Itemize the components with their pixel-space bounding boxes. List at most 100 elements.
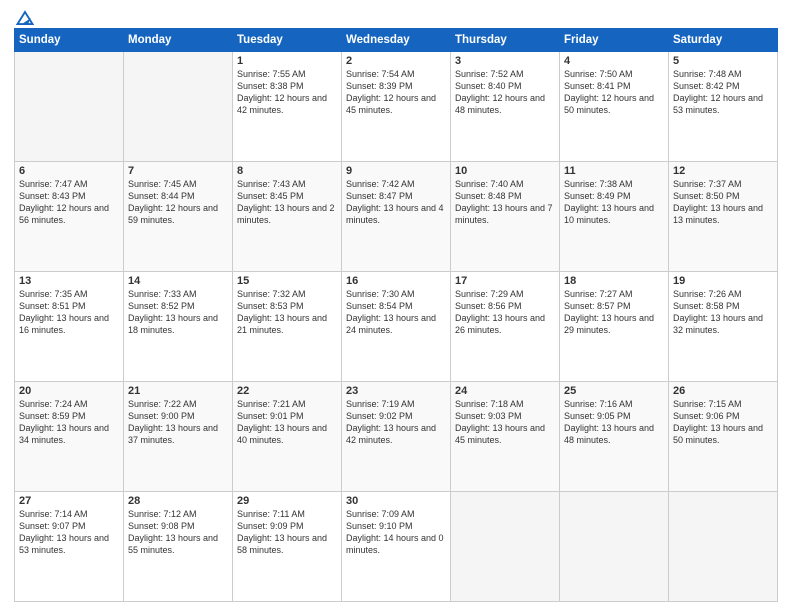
day-info: Sunrise: 7:19 AMSunset: 9:02 PMDaylight:… <box>346 398 446 447</box>
day-info: Sunrise: 7:54 AMSunset: 8:39 PMDaylight:… <box>346 68 446 117</box>
calendar-header-row: SundayMondayTuesdayWednesdayThursdayFrid… <box>15 29 778 52</box>
day-info: Sunrise: 7:55 AMSunset: 8:38 PMDaylight:… <box>237 68 337 117</box>
header <box>14 10 778 22</box>
day-number: 4 <box>564 55 664 67</box>
day-info: Sunrise: 7:33 AMSunset: 8:52 PMDaylight:… <box>128 288 228 337</box>
day-info: Sunrise: 7:32 AMSunset: 8:53 PMDaylight:… <box>237 288 337 337</box>
calendar-cell: 1Sunrise: 7:55 AMSunset: 8:38 PMDaylight… <box>233 52 342 162</box>
day-number: 20 <box>19 385 119 397</box>
calendar-cell: 29Sunrise: 7:11 AMSunset: 9:09 PMDayligh… <box>233 492 342 602</box>
calendar-cell: 28Sunrise: 7:12 AMSunset: 9:08 PMDayligh… <box>124 492 233 602</box>
calendar-cell: 8Sunrise: 7:43 AMSunset: 8:45 PMDaylight… <box>233 162 342 272</box>
day-info: Sunrise: 7:22 AMSunset: 9:00 PMDaylight:… <box>128 398 228 447</box>
calendar-cell: 22Sunrise: 7:21 AMSunset: 9:01 PMDayligh… <box>233 382 342 492</box>
day-number: 12 <box>673 165 773 177</box>
day-info: Sunrise: 7:29 AMSunset: 8:56 PMDaylight:… <box>455 288 555 337</box>
calendar-cell: 20Sunrise: 7:24 AMSunset: 8:59 PMDayligh… <box>15 382 124 492</box>
calendar-week-row: 20Sunrise: 7:24 AMSunset: 8:59 PMDayligh… <box>15 382 778 492</box>
day-number: 26 <box>673 385 773 397</box>
day-info: Sunrise: 7:24 AMSunset: 8:59 PMDaylight:… <box>19 398 119 447</box>
calendar-cell: 2Sunrise: 7:54 AMSunset: 8:39 PMDaylight… <box>342 52 451 162</box>
day-info: Sunrise: 7:16 AMSunset: 9:05 PMDaylight:… <box>564 398 664 447</box>
day-number: 1 <box>237 55 337 67</box>
page: SundayMondayTuesdayWednesdayThursdayFrid… <box>0 0 792 612</box>
calendar-cell: 18Sunrise: 7:27 AMSunset: 8:57 PMDayligh… <box>560 272 669 382</box>
day-info: Sunrise: 7:38 AMSunset: 8:49 PMDaylight:… <box>564 178 664 227</box>
day-info: Sunrise: 7:27 AMSunset: 8:57 PMDaylight:… <box>564 288 664 337</box>
day-number: 16 <box>346 275 446 287</box>
calendar-cell: 4Sunrise: 7:50 AMSunset: 8:41 PMDaylight… <box>560 52 669 162</box>
day-info: Sunrise: 7:14 AMSunset: 9:07 PMDaylight:… <box>19 508 119 557</box>
day-number: 30 <box>346 495 446 507</box>
calendar-cell: 24Sunrise: 7:18 AMSunset: 9:03 PMDayligh… <box>451 382 560 492</box>
logo-icon <box>16 10 34 26</box>
calendar-cell <box>124 52 233 162</box>
day-of-week-header: Saturday <box>669 29 778 52</box>
day-number: 28 <box>128 495 228 507</box>
calendar-week-row: 6Sunrise: 7:47 AMSunset: 8:43 PMDaylight… <box>15 162 778 272</box>
logo <box>14 10 34 22</box>
day-number: 17 <box>455 275 555 287</box>
day-number: 24 <box>455 385 555 397</box>
calendar-cell <box>560 492 669 602</box>
day-info: Sunrise: 7:15 AMSunset: 9:06 PMDaylight:… <box>673 398 773 447</box>
day-info: Sunrise: 7:18 AMSunset: 9:03 PMDaylight:… <box>455 398 555 447</box>
calendar-cell: 15Sunrise: 7:32 AMSunset: 8:53 PMDayligh… <box>233 272 342 382</box>
day-info: Sunrise: 7:26 AMSunset: 8:58 PMDaylight:… <box>673 288 773 337</box>
day-info: Sunrise: 7:50 AMSunset: 8:41 PMDaylight:… <box>564 68 664 117</box>
calendar-cell: 13Sunrise: 7:35 AMSunset: 8:51 PMDayligh… <box>15 272 124 382</box>
calendar-cell <box>15 52 124 162</box>
day-number: 5 <box>673 55 773 67</box>
day-of-week-header: Tuesday <box>233 29 342 52</box>
day-info: Sunrise: 7:52 AMSunset: 8:40 PMDaylight:… <box>455 68 555 117</box>
day-number: 22 <box>237 385 337 397</box>
calendar-cell: 23Sunrise: 7:19 AMSunset: 9:02 PMDayligh… <box>342 382 451 492</box>
day-number: 27 <box>19 495 119 507</box>
day-of-week-header: Wednesday <box>342 29 451 52</box>
calendar-cell: 25Sunrise: 7:16 AMSunset: 9:05 PMDayligh… <box>560 382 669 492</box>
day-info: Sunrise: 7:43 AMSunset: 8:45 PMDaylight:… <box>237 178 337 227</box>
calendar-cell: 19Sunrise: 7:26 AMSunset: 8:58 PMDayligh… <box>669 272 778 382</box>
day-number: 21 <box>128 385 228 397</box>
calendar-cell <box>669 492 778 602</box>
calendar-cell: 12Sunrise: 7:37 AMSunset: 8:50 PMDayligh… <box>669 162 778 272</box>
day-info: Sunrise: 7:40 AMSunset: 8:48 PMDaylight:… <box>455 178 555 227</box>
day-of-week-header: Sunday <box>15 29 124 52</box>
day-info: Sunrise: 7:37 AMSunset: 8:50 PMDaylight:… <box>673 178 773 227</box>
day-number: 9 <box>346 165 446 177</box>
day-of-week-header: Friday <box>560 29 669 52</box>
calendar-week-row: 13Sunrise: 7:35 AMSunset: 8:51 PMDayligh… <box>15 272 778 382</box>
day-number: 3 <box>455 55 555 67</box>
calendar-cell: 5Sunrise: 7:48 AMSunset: 8:42 PMDaylight… <box>669 52 778 162</box>
day-info: Sunrise: 7:11 AMSunset: 9:09 PMDaylight:… <box>237 508 337 557</box>
day-number: 8 <box>237 165 337 177</box>
calendar-week-row: 27Sunrise: 7:14 AMSunset: 9:07 PMDayligh… <box>15 492 778 602</box>
day-number: 25 <box>564 385 664 397</box>
calendar-cell: 27Sunrise: 7:14 AMSunset: 9:07 PMDayligh… <box>15 492 124 602</box>
day-number: 14 <box>128 275 228 287</box>
day-number: 23 <box>346 385 446 397</box>
day-of-week-header: Monday <box>124 29 233 52</box>
calendar-cell: 11Sunrise: 7:38 AMSunset: 8:49 PMDayligh… <box>560 162 669 272</box>
calendar-cell: 21Sunrise: 7:22 AMSunset: 9:00 PMDayligh… <box>124 382 233 492</box>
day-of-week-header: Thursday <box>451 29 560 52</box>
day-number: 10 <box>455 165 555 177</box>
calendar-cell: 6Sunrise: 7:47 AMSunset: 8:43 PMDaylight… <box>15 162 124 272</box>
day-info: Sunrise: 7:48 AMSunset: 8:42 PMDaylight:… <box>673 68 773 117</box>
day-number: 18 <box>564 275 664 287</box>
day-number: 6 <box>19 165 119 177</box>
day-info: Sunrise: 7:30 AMSunset: 8:54 PMDaylight:… <box>346 288 446 337</box>
calendar-week-row: 1Sunrise: 7:55 AMSunset: 8:38 PMDaylight… <box>15 52 778 162</box>
calendar-cell: 30Sunrise: 7:09 AMSunset: 9:10 PMDayligh… <box>342 492 451 602</box>
day-info: Sunrise: 7:47 AMSunset: 8:43 PMDaylight:… <box>19 178 119 227</box>
calendar-cell: 7Sunrise: 7:45 AMSunset: 8:44 PMDaylight… <box>124 162 233 272</box>
calendar-cell: 26Sunrise: 7:15 AMSunset: 9:06 PMDayligh… <box>669 382 778 492</box>
day-info: Sunrise: 7:21 AMSunset: 9:01 PMDaylight:… <box>237 398 337 447</box>
day-number: 11 <box>564 165 664 177</box>
day-info: Sunrise: 7:12 AMSunset: 9:08 PMDaylight:… <box>128 508 228 557</box>
day-info: Sunrise: 7:42 AMSunset: 8:47 PMDaylight:… <box>346 178 446 227</box>
day-info: Sunrise: 7:09 AMSunset: 9:10 PMDaylight:… <box>346 508 446 557</box>
day-number: 7 <box>128 165 228 177</box>
calendar-cell: 10Sunrise: 7:40 AMSunset: 8:48 PMDayligh… <box>451 162 560 272</box>
calendar-cell: 14Sunrise: 7:33 AMSunset: 8:52 PMDayligh… <box>124 272 233 382</box>
